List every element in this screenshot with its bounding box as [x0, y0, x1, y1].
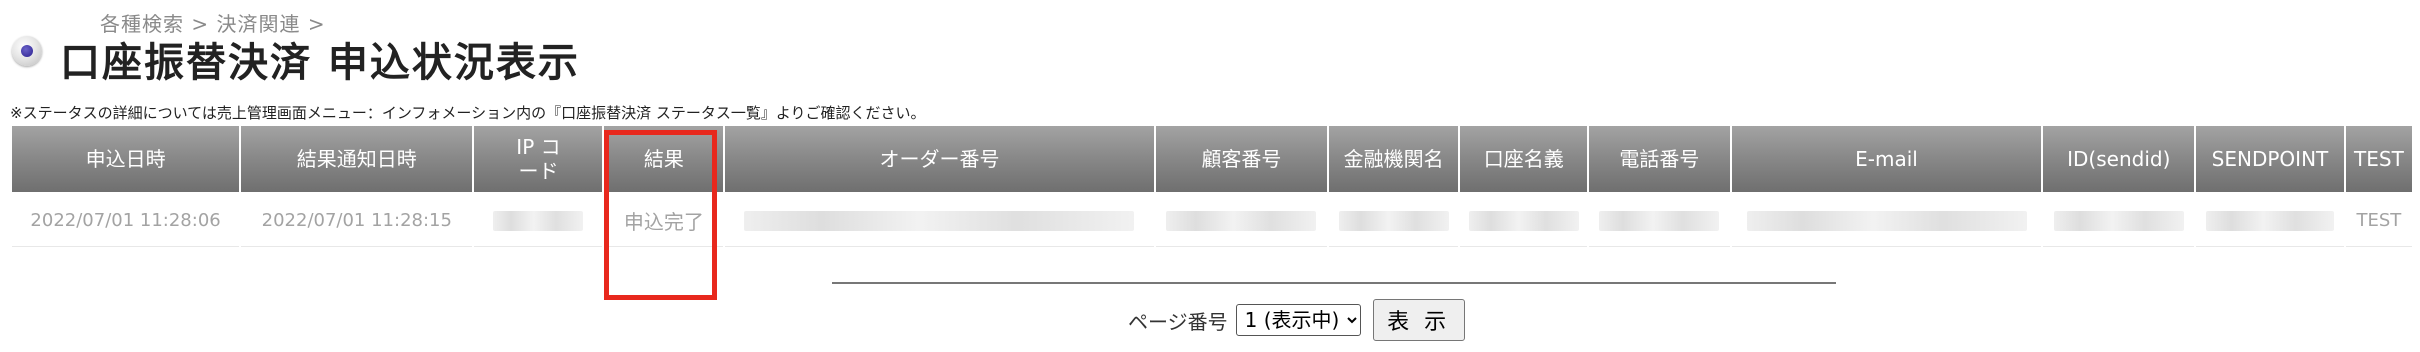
column-header-phone: 電話番号: [1589, 126, 1730, 192]
column-header-test: TEST: [2345, 126, 2412, 192]
column-header-customer-number: 顧客番号: [1155, 126, 1328, 192]
column-header-sendid: ID(sendid): [2043, 126, 2195, 192]
cell-bank-name-redacted: [1329, 194, 1459, 247]
status-note: ※ステータスの詳細については売上管理画面メニュー：インフォメーション内の『口座振…: [10, 104, 926, 122]
table-header-row: 申込日時 結果通知日時 IP コード 結果 オーダー番号 顧客番号 金融機関名 …: [12, 126, 2412, 192]
column-header-order-number: オーダー番号: [725, 126, 1154, 192]
divider: [832, 282, 1836, 284]
cell-notify-datetime: 2022/07/01 11:28:15: [241, 194, 473, 247]
cell-email-redacted: [1731, 194, 2042, 247]
result-highlight-box: [604, 130, 717, 300]
cell-sendpoint-redacted: [2196, 194, 2344, 247]
cell-ip-code-redacted: [474, 194, 603, 247]
column-header-sendpoint: SENDPOINT: [2196, 126, 2344, 192]
column-header-ip-code: IP コード: [474, 126, 603, 192]
page-number-select[interactable]: 1 (表示中): [1235, 304, 1361, 336]
page-title: 口座振替決済 申込状況表示: [60, 40, 580, 86]
cell-test: TEST: [2345, 194, 2412, 247]
cell-sendid-redacted: [2043, 194, 2195, 247]
show-button[interactable]: 表 示: [1372, 299, 1465, 341]
bullet-icon: [12, 36, 42, 66]
cell-order-number-redacted: [725, 194, 1154, 247]
column-header-account-holder: 口座名義: [1460, 126, 1588, 192]
cell-apply-datetime: 2022/07/01 11:28:06: [12, 194, 240, 247]
results-table: 申込日時 結果通知日時 IP コード 結果 オーダー番号 顧客番号 金融機関名 …: [10, 124, 2414, 249]
cell-phone-redacted: [1589, 194, 1730, 247]
column-header-notify-datetime: 結果通知日時: [241, 126, 473, 192]
column-header-email: E-mail: [1731, 126, 2042, 192]
column-header-apply-datetime: 申込日時: [12, 126, 240, 192]
table-row: 2022/07/01 11:28:06 2022/07/01 11:28:15 …: [12, 194, 2412, 247]
page-number-label: ページ番号: [1128, 309, 1228, 334]
cell-customer-number-redacted: [1155, 194, 1328, 247]
pager: ページ番号 1 (表示中) 表 示: [1128, 298, 1465, 342]
column-header-bank-name: 金融機関名: [1329, 126, 1459, 192]
cell-account-holder-redacted: [1460, 194, 1588, 247]
